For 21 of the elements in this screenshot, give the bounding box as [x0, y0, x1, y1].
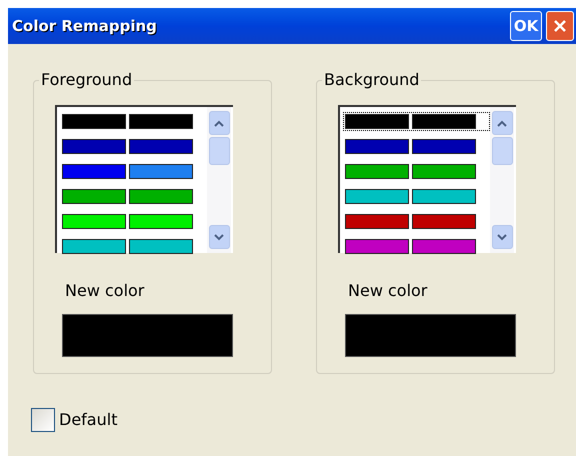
color-list[interactable]: [55, 105, 233, 253]
color-list[interactable]: [338, 105, 516, 253]
default-checkbox[interactable]: [31, 408, 55, 432]
group-title: Background: [322, 70, 422, 90]
scroll-down-icon[interactable]: [492, 225, 512, 249]
close-button[interactable]: [546, 11, 574, 41]
group-title: Foreground: [39, 70, 134, 90]
window-title: Color Remapping: [12, 16, 157, 37]
scroll-down-icon[interactable]: [208, 225, 230, 249]
new-color-label: New color: [348, 281, 428, 301]
ok-button[interactable]: OK: [510, 11, 542, 41]
new-color-label: New color: [65, 281, 144, 301]
close-icon: [553, 19, 567, 33]
scroll-thumb[interactable]: [492, 137, 512, 165]
scroll-up-icon[interactable]: [208, 111, 230, 135]
scroll-thumb[interactable]: [208, 137, 230, 165]
color-list-item[interactable]: [343, 112, 490, 131]
scroll-up-icon[interactable]: [492, 111, 512, 135]
scrollbar[interactable]: [490, 107, 514, 253]
checkbox-label: Default: [59, 409, 118, 431]
scrollbar[interactable]: [207, 107, 231, 253]
